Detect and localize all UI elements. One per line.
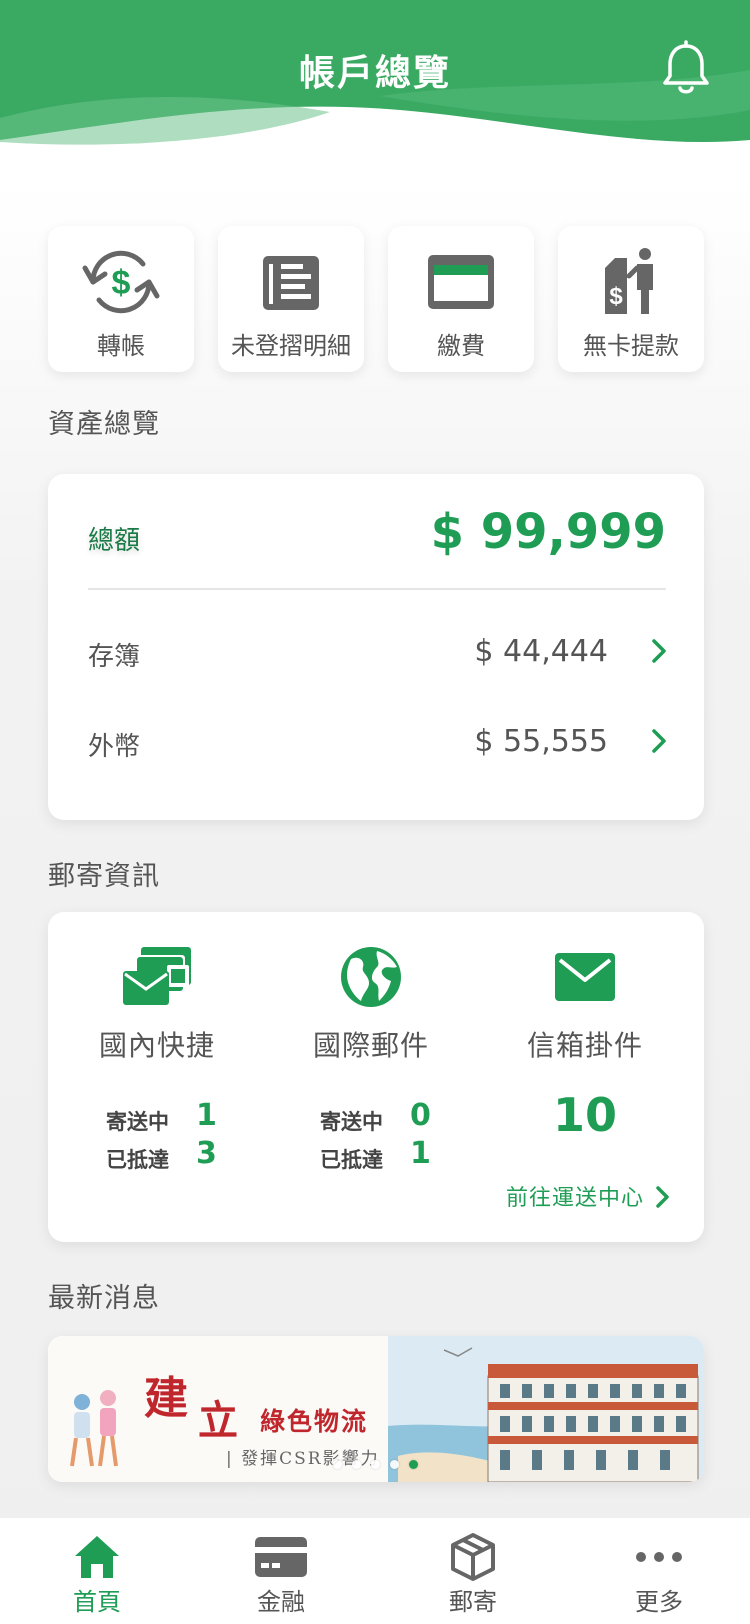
- arrived-count: 3: [196, 1136, 217, 1171]
- total-value: $ 99,999: [430, 504, 666, 560]
- quick-passbook-label: 未登摺明細: [231, 332, 351, 360]
- chevron-right-icon[interactable]: [648, 636, 670, 666]
- tab-finance-label: 金融: [257, 1588, 305, 1616]
- quick-transfer-button[interactable]: $ 轉帳: [48, 226, 194, 372]
- page-title: 帳戶總覽: [298, 53, 451, 94]
- sending-label: 寄送中: [320, 1110, 383, 1134]
- tab-home[interactable]: 首頁: [22, 1518, 172, 1624]
- home-icon: [75, 1536, 119, 1578]
- assets-card: 總額 $ 99,999 存簿 $ 44,444 外幣 $ 55,555: [48, 474, 704, 820]
- globe-icon: [341, 947, 401, 1007]
- arrived-label: 已抵達: [320, 1148, 383, 1172]
- banner-headline-char-1: 建: [144, 1373, 188, 1424]
- quick-payment-label: 繳費: [437, 332, 485, 360]
- chevron-right-icon[interactable]: [654, 1184, 672, 1210]
- chevron-right-icon[interactable]: [648, 726, 670, 756]
- carousel-dot[interactable]: [333, 1460, 342, 1469]
- header: 帳戶總覽: [0, 0, 750, 150]
- sending-count: 0: [410, 1098, 431, 1133]
- carousel-dot-active[interactable]: [409, 1460, 418, 1469]
- bell-icon[interactable]: [660, 40, 712, 96]
- news-section-title: 最新消息: [48, 1283, 160, 1314]
- envelope-icon: [555, 953, 615, 1001]
- sending-label: 寄送中: [106, 1110, 169, 1134]
- carousel-dots[interactable]: [333, 1460, 418, 1469]
- tab-more-label: 更多: [635, 1588, 683, 1616]
- svg-text:$: $: [112, 264, 131, 302]
- mailbox-name: 信箱掛件: [526, 1029, 643, 1062]
- carousel-dot[interactable]: [352, 1460, 361, 1469]
- account-value: $ 44,444: [474, 634, 608, 669]
- carousel-dot[interactable]: [371, 1460, 380, 1469]
- package-icon: [451, 1533, 495, 1581]
- tab-home-label: 首頁: [73, 1588, 121, 1616]
- finance-card-icon: [255, 1537, 307, 1577]
- goto-delivery-center-link[interactable]: 前往運送中心: [506, 1180, 644, 1212]
- quick-payment-button[interactable]: 繳費: [388, 226, 534, 372]
- atm-withdraw-icon: $: [605, 248, 653, 314]
- domestic-express-item[interactable]: 國內快捷 寄送中 1 已抵達 3: [48, 912, 266, 1172]
- passbook-icon: [263, 256, 319, 310]
- express-mail-icon: [123, 947, 191, 1005]
- mailbox-registered-item[interactable]: 信箱掛件 10: [476, 912, 694, 1172]
- account-value: $ 55,555: [474, 724, 608, 759]
- international-mail-item[interactable]: 國際郵件 寄送中 0 已抵達 1: [262, 912, 480, 1172]
- account-label: 存簿: [88, 642, 141, 672]
- tab-postal[interactable]: 郵寄: [398, 1518, 548, 1624]
- international-mail-name: 國際郵件: [312, 1029, 429, 1062]
- total-label: 總額: [88, 526, 141, 556]
- tab-postal-label: 郵寄: [449, 1588, 497, 1616]
- banner-headline-rest: 綠色物流: [260, 1407, 369, 1436]
- mailbox-count: 10: [552, 1088, 617, 1142]
- quick-passbook-button[interactable]: 未登摺明細: [218, 226, 364, 372]
- news-banner[interactable]: 建 立 綠色物流 | 發揮CSR影響力: [48, 1336, 704, 1482]
- arrived-label: 已抵達: [106, 1148, 169, 1172]
- quick-cardless-withdraw-label: 無卡提款: [583, 332, 679, 360]
- quick-cardless-withdraw-button[interactable]: $ 無卡提款: [558, 226, 704, 372]
- postal-card: 國內快捷 寄送中 1 已抵達 3 國際郵件 寄送中 0 已抵達 1 信箱掛件 1…: [48, 912, 704, 1242]
- transfer-icon: $: [82, 250, 160, 314]
- svg-text:$: $: [609, 283, 623, 310]
- card-icon: [428, 255, 494, 309]
- carousel-dot[interactable]: [390, 1460, 399, 1469]
- tab-more[interactable]: 更多: [584, 1518, 734, 1624]
- sending-count: 1: [196, 1098, 217, 1133]
- account-label: 外幣: [88, 732, 141, 762]
- arrived-count: 1: [410, 1136, 431, 1171]
- domestic-express-name: 國內快捷: [98, 1029, 215, 1062]
- bottom-tab-bar: 首頁 金融 郵寄 更多: [0, 1518, 750, 1624]
- postal-section-title: 郵寄資訊: [48, 861, 160, 892]
- assets-section-title: 資產總覽: [48, 409, 160, 440]
- quick-transfer-label: 轉帳: [97, 332, 145, 360]
- divider: [88, 588, 666, 590]
- more-icon: [636, 1552, 682, 1562]
- tab-finance[interactable]: 金融: [206, 1518, 356, 1624]
- banner-headline-char-2: 立: [198, 1397, 238, 1444]
